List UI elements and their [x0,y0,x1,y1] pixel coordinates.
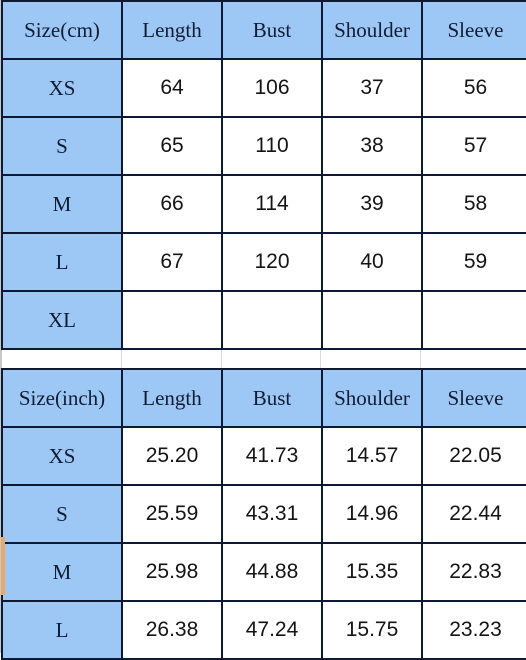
cell-sleeve: 23.23 [421,600,526,660]
separator-cell [121,350,222,368]
header-shoulder: Shoulder [321,0,423,60]
header-shoulder: Shoulder [321,368,423,428]
cell-bust: 110 [221,116,323,176]
cell-sleeve: 22.44 [421,484,526,544]
cell-shoulder: 39 [321,174,423,234]
cell-length: 66 [121,174,223,234]
size-label: M [1,174,123,234]
size-table-inch: Size(inch) Length Bust Shoulder Sleeve X… [1,368,526,660]
size-table-cm-block: Size(cm) Length Bust Shoulder Sleeve XS … [1,0,526,350]
cell-shoulder [321,290,423,350]
separator-cell [321,350,422,368]
table-row: XL [1,290,526,350]
table-row: M 25.98 44.88 15.35 22.83 [1,542,526,602]
cell-length: 26.38 [121,600,223,660]
cell-sleeve: 56 [421,58,526,118]
cell-shoulder: 37 [321,58,423,118]
cell-shoulder: 40 [321,232,423,292]
separator-cell [2,350,122,368]
cell-sleeve: 57 [421,116,526,176]
table-header-row: Size(inch) Length Bust Shoulder Sleeve [1,368,526,428]
cell-length: 25.98 [121,542,223,602]
size-table-inch-block: Size(inch) Length Bust Shoulder Sleeve X… [1,368,526,660]
header-length: Length [121,368,223,428]
cell-length [121,290,223,350]
cell-shoulder: 38 [321,116,423,176]
separator-cell [421,350,526,368]
cell-bust: 41.73 [221,426,323,486]
header-bust: Bust [221,0,323,60]
cell-bust: 47.24 [221,600,323,660]
cell-bust: 106 [221,58,323,118]
table-row: S 25.59 43.31 14.96 22.44 [1,484,526,544]
cell-bust: 44.88 [221,542,323,602]
cell-shoulder: 15.35 [321,542,423,602]
cell-bust: 120 [221,232,323,292]
cell-shoulder: 15.75 [321,600,423,660]
cell-length: 25.59 [121,484,223,544]
separator-cell [221,350,322,368]
header-length: Length [121,0,223,60]
size-label: L [1,232,123,292]
header-sleeve: Sleeve [421,0,526,60]
size-label: L [1,600,123,660]
size-label: XS [1,58,123,118]
table-row: S 65 110 38 57 [1,116,526,176]
table-separator-row [1,350,526,368]
size-label: XS [1,426,123,486]
cell-sleeve: 22.83 [421,542,526,602]
size-label: M [1,542,123,602]
size-chart-sheet: Size(cm) Length Bust Shoulder Sleeve XS … [0,0,526,660]
cell-length: 65 [121,116,223,176]
header-size: Size(inch) [1,368,123,428]
table-row: L 67 120 40 59 [1,232,526,292]
cell-length: 25.20 [121,426,223,486]
table-row: XS 25.20 41.73 14.57 22.05 [1,426,526,486]
table-row: M 66 114 39 58 [1,174,526,234]
cell-length: 67 [121,232,223,292]
size-label: S [1,116,123,176]
size-label: XL [1,290,123,350]
cell-bust: 43.31 [221,484,323,544]
size-table-cm: Size(cm) Length Bust Shoulder Sleeve XS … [1,0,526,350]
header-sleeve: Sleeve [421,368,526,428]
table-row: L 26.38 47.24 15.75 23.23 [1,600,526,660]
row-edge-marker [1,537,5,595]
cell-sleeve [421,290,526,350]
cell-sleeve: 22.05 [421,426,526,486]
size-label: S [1,484,123,544]
cell-sleeve: 58 [421,174,526,234]
table-header-row: Size(cm) Length Bust Shoulder Sleeve [1,0,526,60]
cell-shoulder: 14.96 [321,484,423,544]
cell-sleeve: 59 [421,232,526,292]
cell-bust: 114 [221,174,323,234]
header-bust: Bust [221,368,323,428]
cell-length: 64 [121,58,223,118]
cell-shoulder: 14.57 [321,426,423,486]
table-row: XS 64 106 37 56 [1,58,526,118]
header-size: Size(cm) [1,0,123,60]
cell-bust [221,290,323,350]
